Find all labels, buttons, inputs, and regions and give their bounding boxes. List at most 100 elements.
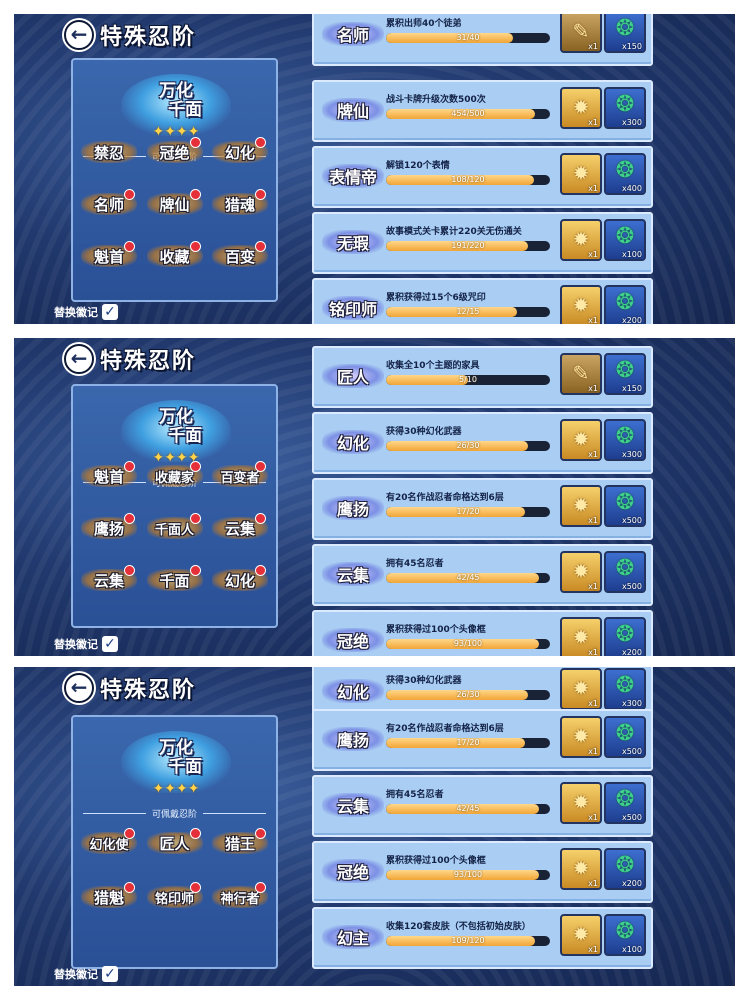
back-button[interactable]: ← [64,20,94,50]
reward-item-1[interactable]: ✹ x1 [560,219,602,261]
reward-item-2[interactable]: ❂ x500 [604,782,646,824]
reward-item-2[interactable]: ❂ x150 [604,14,646,53]
progress-bar: 26/30 [386,441,550,451]
new-dot-icon [124,565,135,576]
rank-badge[interactable]: 牌仙 [146,189,203,218]
rank-badge[interactable]: 冠绝 [146,137,203,166]
reward-item-1[interactable]: ✎ x1 [560,353,602,395]
rank-badge[interactable]: 匠人 [146,828,203,857]
new-dot-icon [189,241,201,252]
progress-bar: 5/10 [386,375,550,385]
reward-item-1[interactable]: ✎ x1 [560,14,602,53]
achievement-badge-label: 幻化 [336,683,369,702]
reward-quantity: x300 [621,699,642,708]
reward-item-2[interactable]: ❂ x100 [604,914,646,956]
rank-badge[interactable]: 幻化使 [81,828,137,857]
rank-badge[interactable]: 百变者 [212,461,268,490]
jade-icon: ❂ [615,490,635,515]
achievement-badge: 牌仙 [322,94,384,126]
reward-item-1[interactable]: ✹ x1 [560,668,602,710]
jade-icon: ❂ [615,290,635,315]
reward-item-1[interactable]: ✹ x1 [560,419,602,461]
achievement-badge-label: 冠绝 [336,632,369,651]
back-button[interactable]: ← [64,673,94,703]
rank-badge[interactable]: 幻化 [212,137,268,166]
rank-badge[interactable]: 收藏 [146,241,203,270]
rank-badge[interactable]: 猎王 [212,828,268,857]
badge-panel: 万化千面✦✦✦✦可佩戴忍阶魁首收藏家百变者鹰扬千面人云集云集千面幻化 [71,384,278,628]
achievement-badge-label: 幻主 [336,929,369,948]
reward-item-1[interactable]: ✹ x1 [560,485,602,527]
reward-quantity: x300 [621,118,642,127]
rank-badge[interactable]: 魁首 [81,241,137,270]
reward-item-2[interactable]: ❂ x500 [604,716,646,758]
badge-label: 名师 [93,195,124,214]
reward-quantity: x1 [588,450,598,459]
new-dot-icon [189,461,201,472]
rank-badge[interactable]: 收藏家 [146,461,203,490]
badge-label: 百变 [224,247,255,266]
progress-text: 93/100 [453,639,483,648]
new-dot-icon [255,882,266,893]
jade-icon: ❂ [615,787,635,812]
reward-item-1[interactable]: ✹ x1 [560,716,602,758]
achievement-badge-label: 牌仙 [336,102,369,121]
scroll-icon: ✎ [572,361,590,385]
gold-scroll-icon: ✹ [572,676,590,700]
reward-item-2[interactable]: ❂ x150 [604,353,646,395]
badge-label: 云集 [224,519,255,538]
achievement-badge: 幻化 [322,675,384,707]
rank-badge[interactable]: 神行者 [212,882,268,911]
new-dot-icon [124,513,135,524]
rank-badge[interactable]: 猎魁 [81,882,137,911]
reward-quantity: x1 [588,184,598,193]
back-button[interactable]: ← [64,344,94,374]
check-icon[interactable]: ✓ [102,966,118,982]
rank-badge[interactable]: 云集 [212,513,268,542]
rank-badge[interactable]: 云集 [81,565,137,594]
reward-item-1[interactable]: ✹ x1 [560,782,602,824]
reward-item-2[interactable]: ❂ x300 [604,419,646,461]
rank-badge[interactable]: 魁首 [81,461,137,490]
rank-badge[interactable]: 百变 [212,241,268,270]
progress-bar: 109/120 [386,936,550,946]
rank-badge[interactable]: 千面 [146,565,203,594]
reward-item-2[interactable]: ❂ x200 [604,848,646,890]
reward-item-1[interactable]: ✹ x1 [560,914,602,956]
reward-item-2[interactable]: ❂ x400 [604,153,646,195]
reward-quantity: x1 [588,699,598,708]
badge-row: 鹰扬 千面人 云集 [81,513,268,542]
rank-badge[interactable]: 铭印师 [146,882,203,911]
achievement-badge: 无瑕 [322,226,384,258]
reward-item-1[interactable]: ✹ x1 [560,87,602,129]
reward-item-1[interactable]: ✹ x1 [560,848,602,890]
replace-emblem-toggle[interactable]: 替换徽记 ✓ [54,304,118,320]
reward-item-2[interactable]: ❂ x100 [604,219,646,261]
reward-item-2[interactable]: ❂ x500 [604,551,646,593]
reward-item-1[interactable]: ✹ x1 [560,285,602,324]
check-icon[interactable]: ✓ [102,304,118,320]
rank-badge[interactable]: 鹰扬 [81,513,137,542]
new-dot-icon [124,189,135,200]
rank-badge[interactable]: 猎魂 [212,189,268,218]
reward-item-1[interactable]: ✹ x1 [560,617,602,656]
rank-badge[interactable]: 幻化 [212,565,268,594]
reward-item-2[interactable]: ❂ x500 [604,485,646,527]
reward-item-1[interactable]: ✹ x1 [560,153,602,195]
rank-badge[interactable]: 名师 [81,189,137,218]
check-icon[interactable]: ✓ [102,636,118,652]
achievement-badge-label: 铭印师 [328,300,377,319]
reward-item-2[interactable]: ❂ x300 [604,668,646,710]
reward-item-1[interactable]: ✹ x1 [560,551,602,593]
replace-emblem-toggle[interactable]: 替换徽记 ✓ [54,966,118,982]
reward-item-2[interactable]: ❂ x200 [604,285,646,324]
reward-quantity: x500 [621,582,642,591]
reward-item-2[interactable]: ❂ x200 [604,617,646,656]
badge-label: 幻化 [224,143,255,162]
rank-badge[interactable]: 千面人 [146,513,203,542]
gold-scroll-icon: ✹ [572,922,590,946]
replace-emblem-toggle[interactable]: 替换徽记 ✓ [54,636,118,652]
achievement-badge: 云集 [322,558,384,590]
rank-badge[interactable]: 禁忍 [81,138,137,166]
reward-item-2[interactable]: ❂ x300 [604,87,646,129]
